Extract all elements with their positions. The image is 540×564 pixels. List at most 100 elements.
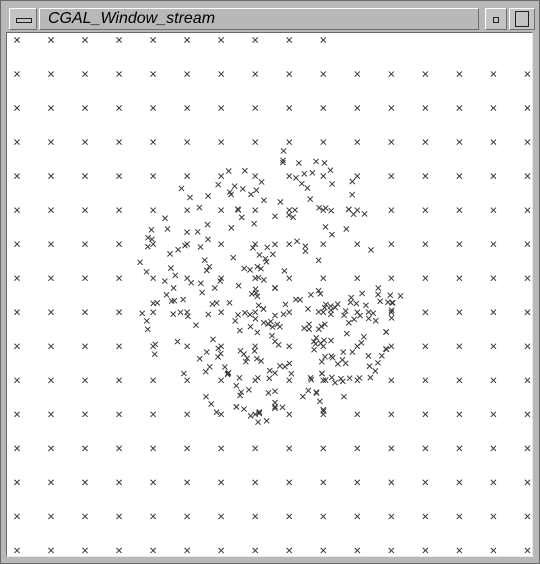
grid-point — [116, 547, 123, 554]
random-point — [202, 368, 209, 375]
random-point — [225, 168, 232, 175]
random-point — [358, 339, 365, 346]
random-point — [258, 178, 265, 185]
grid-point — [14, 105, 20, 112]
grid-point — [14, 343, 20, 350]
grid-point — [422, 377, 429, 384]
random-point — [260, 197, 267, 204]
grid-point — [490, 479, 497, 486]
random-point — [264, 244, 271, 251]
random-point — [148, 226, 155, 233]
grid-point — [116, 275, 123, 282]
random-point — [240, 406, 247, 412]
random-point — [349, 178, 356, 185]
random-point — [347, 299, 354, 306]
grid-point — [14, 275, 20, 282]
grid-point — [82, 241, 89, 248]
grid-point — [320, 139, 327, 146]
grid-point — [354, 445, 361, 452]
random-point — [280, 311, 287, 318]
random-point — [292, 207, 298, 214]
grid-point — [354, 275, 361, 282]
grid-point — [354, 71, 361, 77]
random-point — [351, 316, 358, 323]
grid-point — [116, 411, 123, 418]
random-point — [295, 160, 302, 166]
random-point — [177, 309, 184, 316]
random-point — [293, 174, 299, 181]
random-point — [346, 375, 353, 382]
random-point — [248, 191, 254, 198]
random-point — [353, 300, 360, 307]
random-point — [294, 238, 300, 245]
grid-point — [456, 71, 463, 77]
grid-point — [184, 445, 191, 452]
title-area[interactable]: CGAL_Window_stream — [39, 8, 479, 30]
random-point — [359, 290, 366, 297]
random-point — [315, 257, 322, 264]
maximize-button[interactable] — [509, 8, 535, 30]
random-point — [265, 389, 272, 396]
random-point — [302, 243, 309, 250]
grid-point — [388, 513, 395, 520]
random-point — [282, 301, 289, 308]
title-bar[interactable]: CGAL_Window_stream — [3, 3, 537, 33]
grid-point — [286, 241, 293, 248]
random-point — [260, 319, 267, 326]
random-point — [275, 341, 282, 348]
drawing-canvas[interactable] — [6, 32, 533, 557]
random-point — [286, 360, 293, 367]
grid-point — [490, 343, 497, 350]
random-point — [365, 352, 372, 359]
random-point — [372, 368, 379, 374]
random-point — [143, 317, 150, 324]
random-point — [357, 312, 364, 319]
random-point — [196, 355, 203, 362]
random-point — [328, 374, 335, 381]
grid-point — [14, 173, 20, 180]
grid-point — [82, 37, 89, 43]
random-point — [299, 393, 306, 400]
grid-point — [150, 173, 157, 180]
random-point — [322, 223, 329, 230]
random-point — [241, 309, 248, 316]
random-point — [332, 379, 339, 386]
grid-point — [422, 343, 429, 350]
grid-point — [524, 377, 531, 384]
grid-point — [388, 207, 395, 214]
random-point — [388, 314, 395, 321]
random-point — [370, 310, 377, 317]
random-point — [304, 185, 311, 191]
random-point — [167, 265, 174, 272]
grid-point — [82, 343, 89, 350]
random-point — [256, 252, 263, 258]
grid-point — [388, 71, 395, 77]
random-point — [241, 265, 248, 272]
random-point — [339, 378, 346, 385]
grid-point — [116, 139, 123, 146]
grid-point — [490, 377, 497, 384]
random-point — [174, 338, 181, 345]
minimize-button[interactable] — [485, 8, 507, 30]
grid-point — [48, 411, 54, 418]
random-point — [315, 309, 322, 315]
random-point — [266, 367, 273, 374]
grid-point — [388, 411, 395, 418]
grid-point — [490, 445, 497, 452]
window-menu-button[interactable] — [9, 8, 37, 30]
random-point — [184, 313, 191, 320]
random-point — [217, 350, 224, 357]
grid-point — [456, 173, 463, 180]
grid-point — [150, 71, 157, 77]
grid-point — [116, 479, 123, 486]
random-point — [345, 319, 352, 326]
grid-point — [388, 173, 395, 180]
grid-point — [252, 207, 259, 214]
random-point — [230, 254, 237, 261]
grid-point — [422, 173, 429, 180]
random-point — [233, 382, 240, 389]
grid-point — [286, 207, 293, 214]
grid-point — [116, 173, 123, 180]
random-point — [172, 272, 179, 279]
random-point — [272, 370, 278, 377]
